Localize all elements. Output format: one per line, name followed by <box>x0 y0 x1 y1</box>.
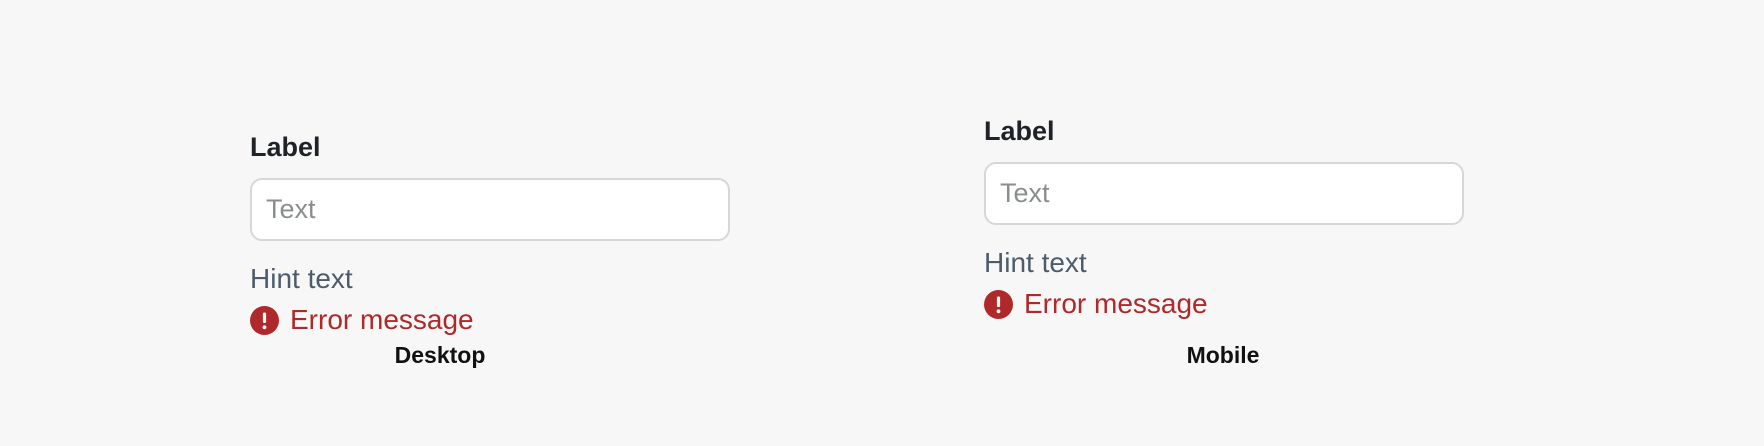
hint-text: Hint text <box>250 263 353 294</box>
error-message: Error message <box>1024 288 1208 319</box>
error-message: Error message <box>290 304 474 335</box>
text-input[interactable] <box>984 162 1464 225</box>
caption-desktop: Desktop <box>394 342 486 368</box>
error-exclamation-icon <box>984 289 1013 319</box>
canvas: Label Hint text Error message Desktop La… <box>0 0 1764 446</box>
error-row: Error message <box>250 303 730 337</box>
field-label: Label <box>984 116 1055 146</box>
error-exclamation-icon <box>250 305 279 335</box>
field-label: Label <box>250 132 321 162</box>
caption-mobile: Mobile <box>1186 342 1260 368</box>
text-field-desktop: Label Hint text Error message <box>250 130 730 337</box>
text-input[interactable] <box>250 178 730 241</box>
text-field-mobile: Label Hint text Error message <box>984 114 1464 321</box>
error-row: Error message <box>984 287 1464 321</box>
hint-text: Hint text <box>984 247 1087 278</box>
